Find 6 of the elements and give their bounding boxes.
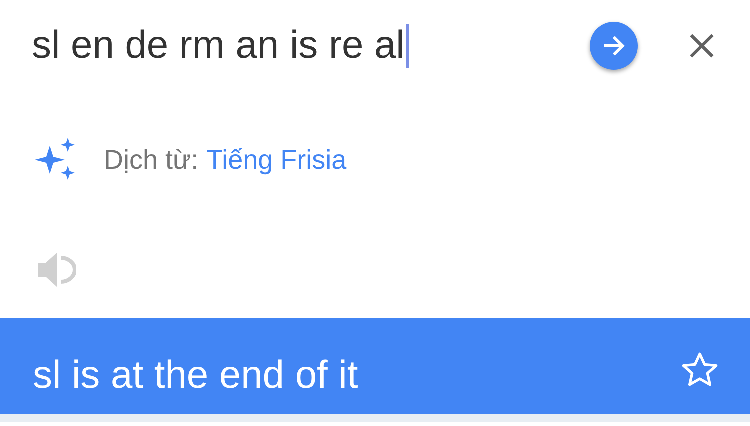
input-field[interactable]: sl en de rm an is re al xyxy=(32,16,590,76)
language-link[interactable]: Tiếng Frisia xyxy=(206,144,347,176)
translation-text: sl is at the end of it xyxy=(33,353,360,400)
go-button[interactable] xyxy=(590,22,638,70)
text-cursor xyxy=(406,24,409,68)
detected-label: Dịch từ: xyxy=(104,144,199,176)
